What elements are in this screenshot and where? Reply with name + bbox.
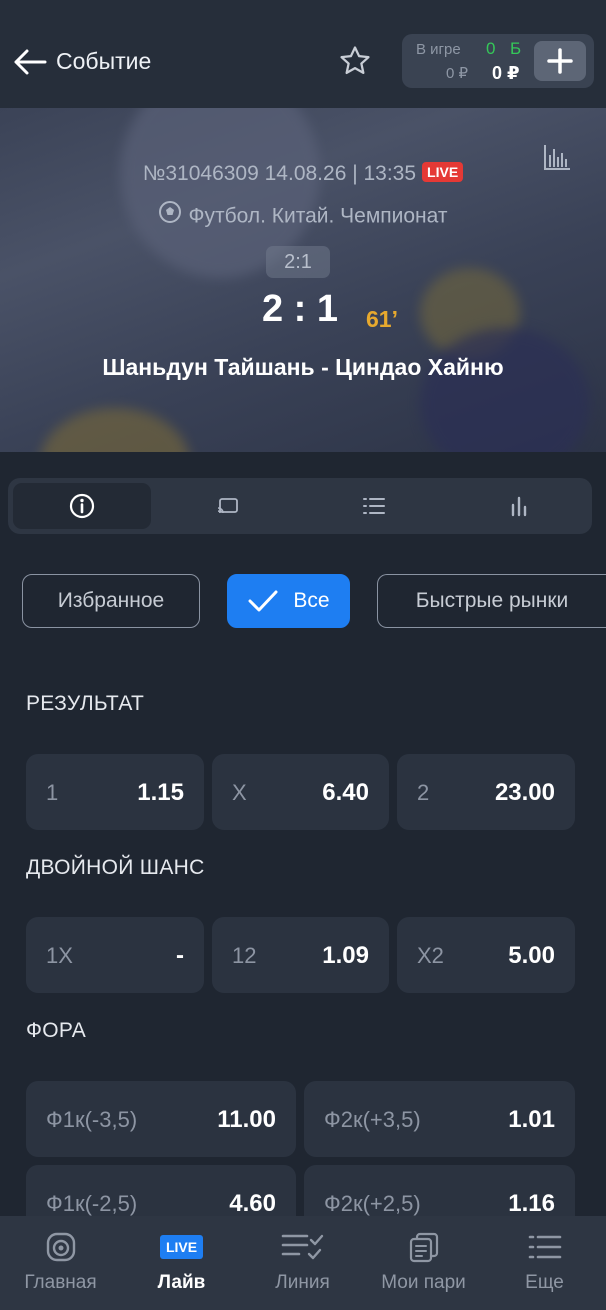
filter-all-label: Все xyxy=(293,589,330,612)
odd-value: 23.00 xyxy=(494,779,555,806)
odd-button[interactable]: 12 1.09 xyxy=(212,917,389,993)
odd-button[interactable]: Ф2к(+3,5) 1.01 xyxy=(304,1081,575,1157)
odd-label: 1 xyxy=(46,780,59,805)
live-icon: LIVE xyxy=(121,1230,242,1264)
odd-label: 12 xyxy=(232,943,257,968)
top-bar: Событие В игре 0 ₽ 0 Б 0 ₽ xyxy=(0,0,606,108)
odd-label: X xyxy=(232,780,247,805)
odd-label: 1X xyxy=(46,943,73,968)
odd-value: 4.60 xyxy=(229,1190,276,1217)
odd-button[interactable]: X 6.40 xyxy=(212,754,389,830)
nav-label: Лайв xyxy=(157,1272,206,1293)
deposit-button[interactable] xyxy=(534,41,586,81)
soccer-ball-icon xyxy=(158,200,182,230)
page-title: Событие xyxy=(56,48,152,74)
odd-value: 5.00 xyxy=(508,942,555,969)
main-score: 2 : 1 xyxy=(261,288,339,330)
nav-label: Еще xyxy=(525,1272,564,1293)
odd-button[interactable]: X2 5.00 xyxy=(397,917,575,993)
section-title-handicap: ФОРА xyxy=(26,1019,87,1042)
section-title-result: РЕЗУЛЬТАТ xyxy=(26,692,145,715)
odd-button[interactable]: 1 1.15 xyxy=(26,754,204,830)
info-icon xyxy=(69,493,95,519)
checklist-icon xyxy=(242,1230,363,1264)
favorite-button[interactable] xyxy=(336,42,374,80)
tickets-icon xyxy=(363,1230,484,1264)
league-label: Футбол. Китай. Чемпионат xyxy=(188,204,448,228)
nav-item-live[interactable]: LIVE Лайв xyxy=(121,1216,242,1310)
odd-label: Ф2к(+2,5) xyxy=(324,1191,421,1216)
live-badge: LIVE xyxy=(422,162,464,183)
plus-icon xyxy=(547,48,573,74)
odd-value: 1.01 xyxy=(508,1106,555,1133)
odd-button[interactable]: Ф1к(-3,5) 11.00 xyxy=(26,1081,296,1157)
odd-label: Ф1к(-3,5) xyxy=(46,1107,138,1132)
filter-all[interactable]: Все xyxy=(227,574,350,628)
home-icon xyxy=(0,1230,121,1264)
balance-widget[interactable]: В игре 0 ₽ 0 Б 0 ₽ xyxy=(402,34,594,88)
nav-item-more[interactable]: Еще xyxy=(484,1216,605,1310)
bonus-value: 0 xyxy=(486,39,496,58)
bonus-letter: Б xyxy=(510,39,522,58)
bottom-navigation: Главная LIVE Лайв Линия Мои пари Еще xyxy=(0,1216,606,1310)
section-title-double-chance: ДВОЙНОЙ ШАНС xyxy=(26,856,205,879)
tab-statistics[interactable] xyxy=(451,483,587,529)
odd-value: 6.40 xyxy=(322,779,369,806)
nav-label: Мои пари xyxy=(381,1272,466,1293)
broadcast-icon xyxy=(217,498,238,514)
event-tabs xyxy=(8,478,592,534)
half-time-score: 2:1 xyxy=(266,246,330,278)
nav-item-line[interactable]: Линия xyxy=(242,1216,363,1310)
tab-broadcast[interactable] xyxy=(159,483,297,529)
odd-value: 11.00 xyxy=(217,1106,276,1133)
odd-button[interactable]: 1X - xyxy=(26,917,204,993)
filter-favorites[interactable]: Избранное xyxy=(22,574,200,628)
star-icon xyxy=(340,46,370,75)
event-number-date: №31046309 14.08.26 | 13:35 xyxy=(142,162,417,185)
odd-label: X2 xyxy=(417,943,444,968)
arrow-left-icon xyxy=(14,49,47,75)
menu-icon xyxy=(484,1230,605,1264)
nav-item-my-bets[interactable]: Мои пари xyxy=(363,1216,484,1310)
check-icon xyxy=(247,589,279,613)
odd-label: 2 xyxy=(417,780,430,805)
match-minute: 61’ xyxy=(366,306,398,332)
in-game-label: В игре xyxy=(416,41,461,58)
live-nav-badge: LIVE xyxy=(159,1235,204,1259)
list-icon xyxy=(363,498,385,514)
event-banner: №31046309 14.08.26 | 13:35 LIVE Футбол. К… xyxy=(0,108,606,452)
tab-info[interactable] xyxy=(13,483,151,529)
odd-label: Ф2к(+3,5) xyxy=(324,1107,421,1132)
background-blob xyxy=(40,408,190,452)
in-game-value: 0 ₽ xyxy=(445,65,468,82)
odd-value: 1.16 xyxy=(508,1190,555,1217)
filter-quick-markets[interactable]: Быстрые рынки xyxy=(377,574,606,628)
odd-label: Ф1к(-2,5) xyxy=(46,1191,138,1216)
nav-label: Главная xyxy=(24,1272,97,1293)
back-button[interactable] xyxy=(10,44,50,80)
nav-item-home[interactable]: Главная xyxy=(0,1216,121,1310)
odd-value: 1.15 xyxy=(137,779,184,806)
league-name: Футбол. Китай. Чемпионат xyxy=(0,200,606,232)
teams: Шаньдун Тайшань - Циндао Хайню xyxy=(102,354,504,380)
odd-value: 1.09 xyxy=(322,942,369,969)
event-info: №31046309 14.08.26 | 13:35 LIVE xyxy=(0,162,606,186)
tab-markets-list[interactable] xyxy=(305,483,443,529)
balance-value: 0 ₽ xyxy=(492,63,520,83)
odd-value: - xyxy=(176,942,184,969)
nav-label: Линия xyxy=(275,1272,330,1293)
odd-button[interactable]: 2 23.00 xyxy=(397,754,575,830)
stats-icon xyxy=(511,496,527,517)
